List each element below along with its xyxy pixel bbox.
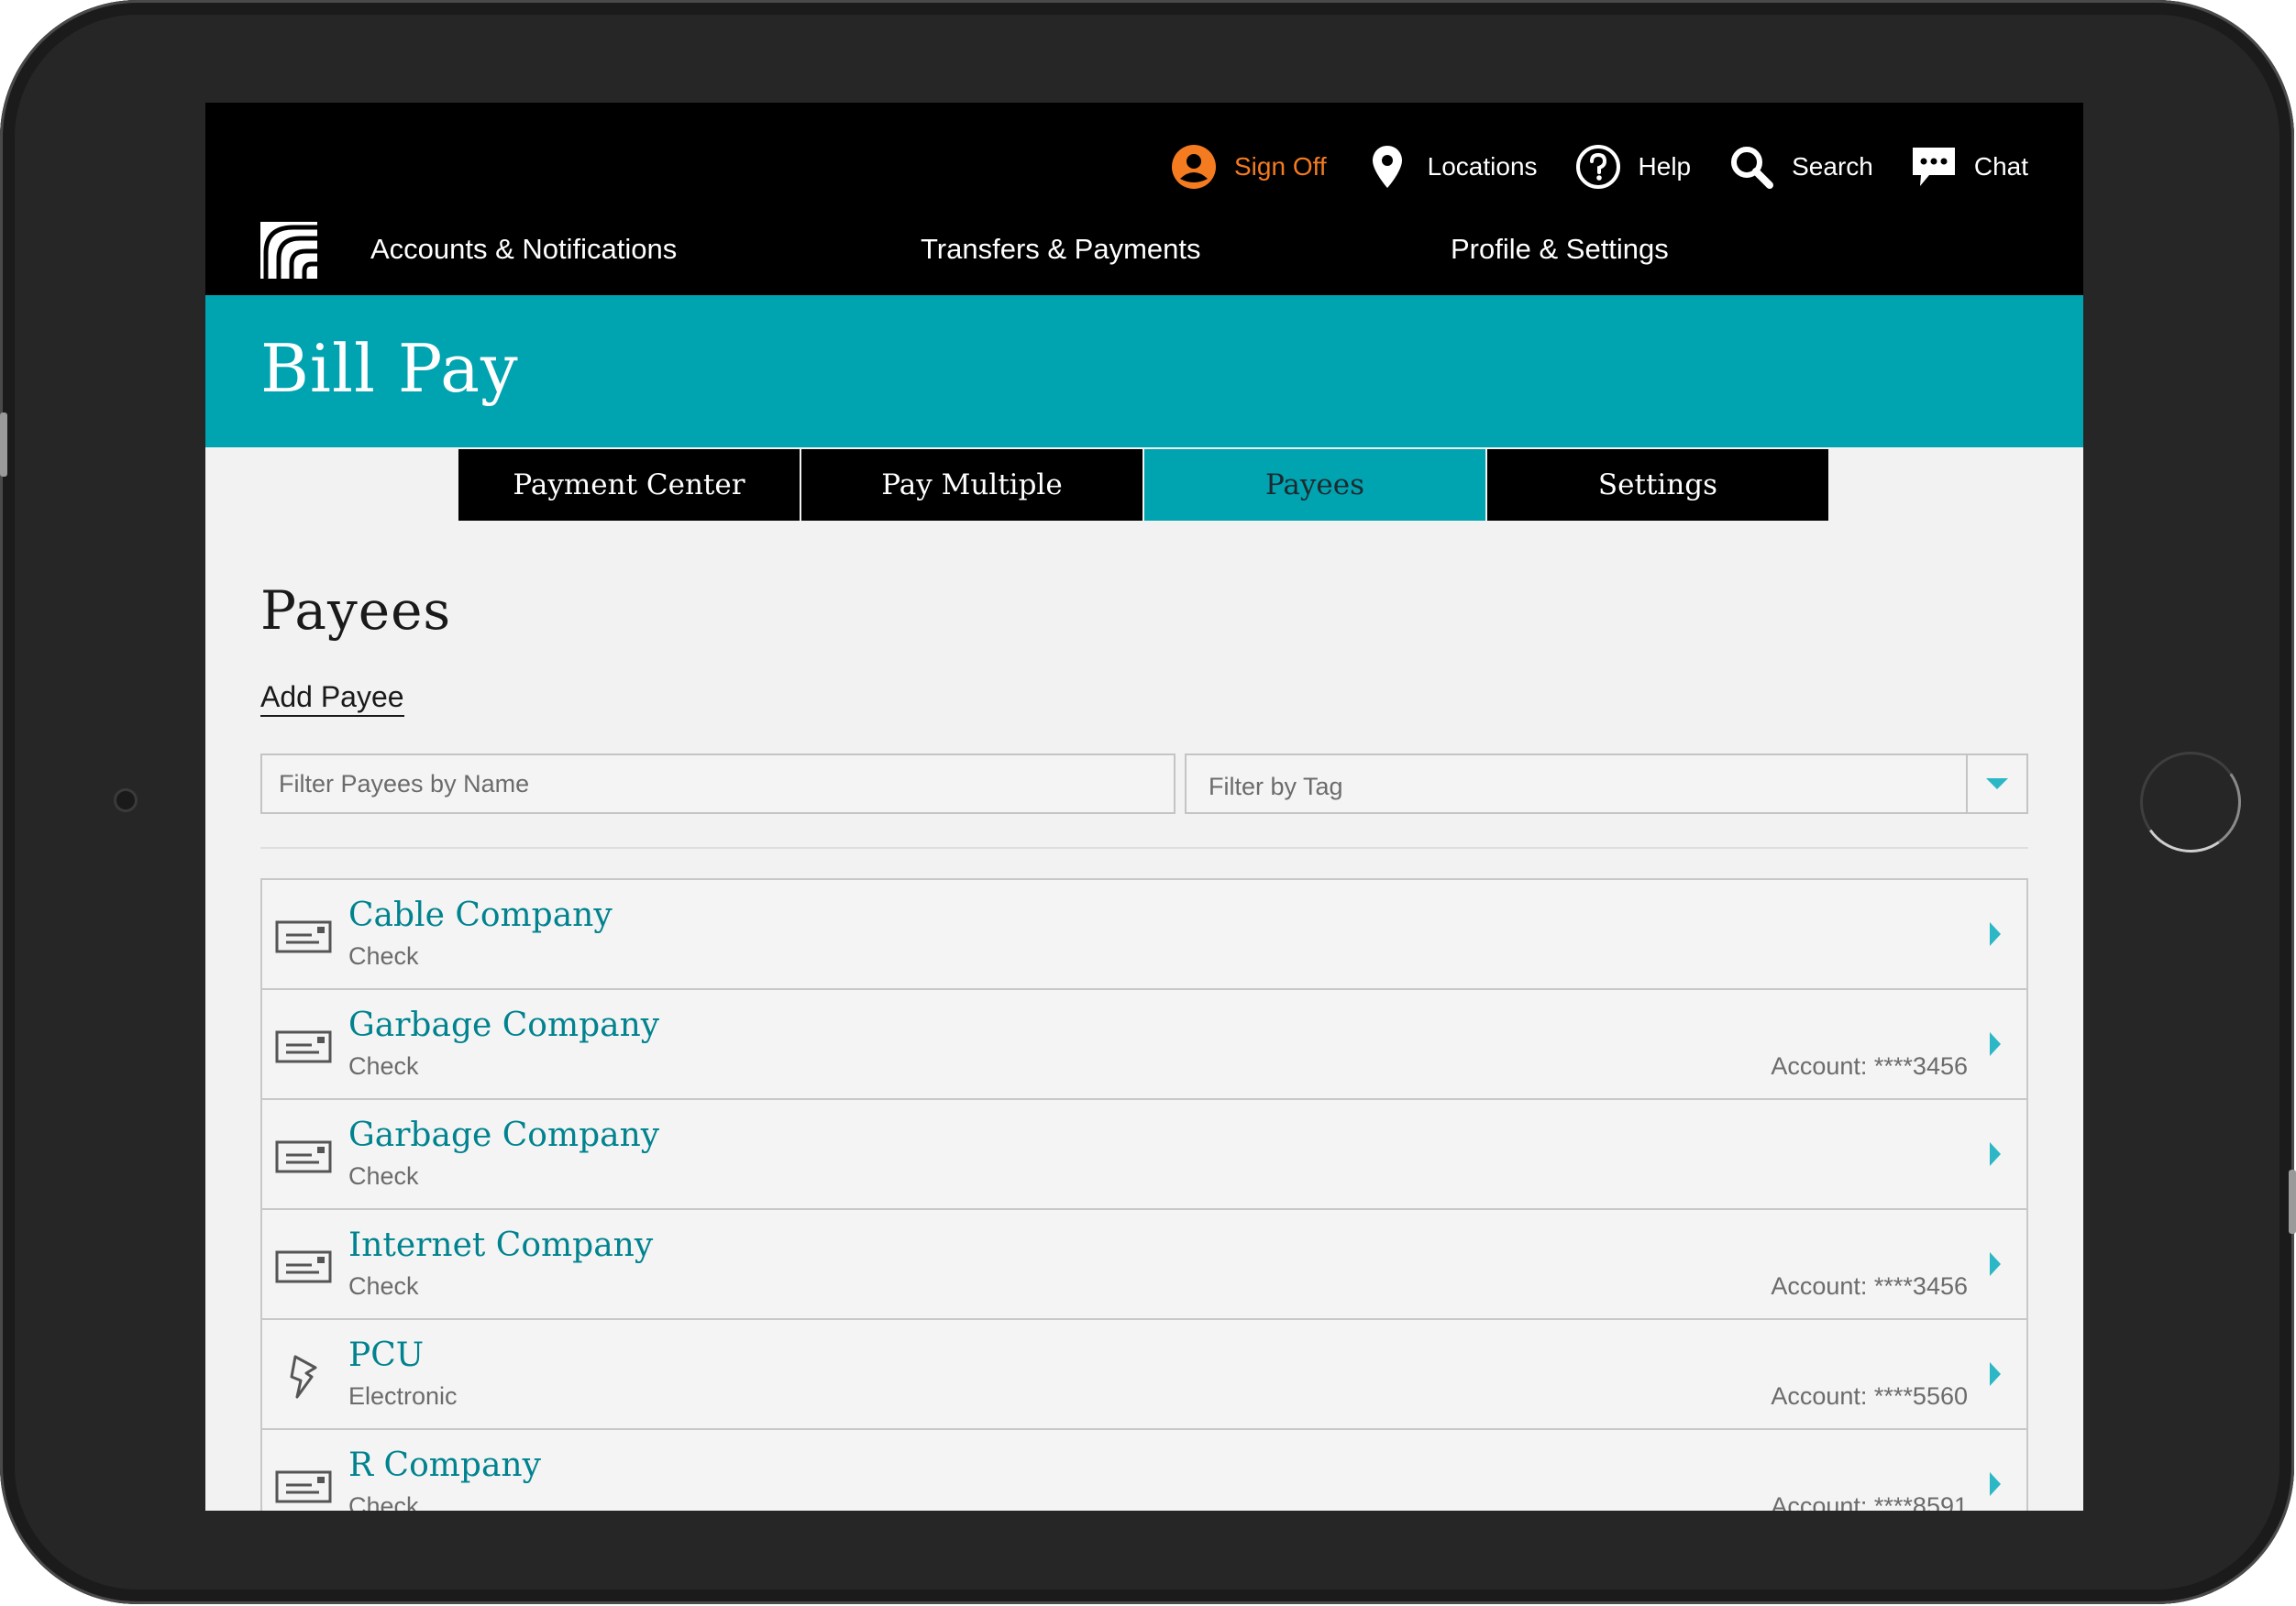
chat-label: Chat: [1973, 152, 2028, 181]
payee-row[interactable]: PCU Electronic Account: ****5560: [262, 1320, 2026, 1430]
chevron-right-icon: [1990, 922, 2001, 946]
payee-list: Cable Company Check Garbage Company Chec…: [260, 878, 2028, 1511]
check-envelope-icon: [275, 1470, 332, 1503]
payee-account: Account: ****8591: [1771, 1492, 1968, 1511]
page-title: Payees: [260, 579, 452, 642]
locations-link[interactable]: Locations: [1363, 143, 1538, 191]
payee-row[interactable]: R Company Check Account: ****8591: [262, 1430, 2026, 1511]
search-label: Search: [1792, 152, 1873, 181]
divider: [260, 847, 2028, 849]
chevron-right-icon: [1990, 1252, 2001, 1276]
locations-label: Locations: [1427, 152, 1538, 181]
page-header: Bill Pay: [205, 295, 2083, 447]
add-payee-link[interactable]: Add Payee: [260, 678, 404, 717]
map-pin-icon: [1363, 143, 1411, 191]
payee-name: Cable Company: [348, 896, 613, 934]
top-bar: Sign Off Locations Help Search Chat Acco…: [205, 103, 2083, 295]
payee-row[interactable]: Cable Company Check: [262, 880, 2026, 990]
payee-name: Garbage Company: [348, 1006, 660, 1044]
chevron-down-icon: [1986, 778, 2008, 789]
power-button: [0, 412, 7, 477]
nav-transfers-payments[interactable]: Transfers & Payments: [921, 233, 1201, 266]
chevron-right-icon: [1990, 1142, 2001, 1166]
sign-off-label: Sign Off: [1234, 152, 1327, 181]
tab-settings[interactable]: Settings: [1487, 449, 1828, 521]
chevron-right-icon: [1990, 1472, 2001, 1496]
home-button[interactable]: [2140, 752, 2241, 852]
payee-row[interactable]: Garbage Company Check: [262, 1100, 2026, 1210]
payee-row[interactable]: Internet Company Check Account: ****3456: [262, 1210, 2026, 1320]
chat-bubble-icon: [1910, 143, 1958, 191]
payee-type: Check: [348, 942, 419, 970]
payee-account: Account: ****5560: [1771, 1382, 1968, 1410]
check-envelope-icon: [275, 920, 332, 953]
front-camera: [114, 788, 138, 812]
tab-pay-multiple[interactable]: Pay Multiple: [801, 449, 1142, 521]
check-envelope-icon: [275, 1030, 332, 1063]
filter-by-tag-label: Filter by Tag: [1209, 773, 1343, 800]
lightning-bolt-icon: [290, 1355, 317, 1399]
filter-by-name-input[interactable]: [260, 754, 1176, 814]
payee-account: Account: ****3456: [1771, 1272, 1968, 1300]
payee-type: Check: [348, 1162, 419, 1190]
payee-type: Check: [348, 1272, 419, 1300]
help-icon: [1574, 143, 1622, 191]
sign-off-link[interactable]: Sign Off: [1170, 143, 1327, 191]
tab-payment-center[interactable]: Payment Center: [458, 449, 800, 521]
filter-by-tag-select[interactable]: Filter by Tag: [1185, 754, 2028, 814]
user-icon: [1170, 143, 1218, 191]
chevron-right-icon: [1990, 1032, 2001, 1056]
payee-name: PCU: [348, 1336, 425, 1374]
utility-nav: Sign Off Locations Help Search Chat: [1133, 139, 2028, 194]
nav-profile-settings[interactable]: Profile & Settings: [1451, 233, 1669, 266]
nav-accounts-notifications[interactable]: Accounts & Notifications: [370, 233, 677, 266]
bank-logo[interactable]: [260, 222, 317, 279]
payee-name: R Company: [348, 1446, 541, 1484]
help-link[interactable]: Help: [1574, 143, 1692, 191]
check-envelope-icon: [275, 1140, 332, 1173]
payee-type: Electronic: [348, 1382, 458, 1410]
tab-payees[interactable]: Payees: [1144, 449, 1485, 521]
help-label: Help: [1638, 152, 1692, 181]
search-link[interactable]: Search: [1728, 143, 1873, 191]
payee-name: Internet Company: [348, 1226, 654, 1264]
payee-account: Account: ****3456: [1771, 1052, 1968, 1080]
payee-row[interactable]: Garbage Company Check Account: ****3456: [262, 990, 2026, 1100]
payee-type: Check: [348, 1052, 419, 1080]
payee-type: Check: [348, 1492, 419, 1511]
bill-pay-tabs: Payment Center Pay Multiple Payees Setti…: [458, 449, 1828, 521]
search-icon: [1728, 143, 1775, 191]
volume-button: [2289, 1170, 2296, 1234]
screen: Sign Off Locations Help Search Chat Acco…: [205, 103, 2083, 1511]
chat-link[interactable]: Chat: [1910, 143, 2028, 191]
dropdown-toggle[interactable]: [1966, 755, 2026, 812]
payee-name: Garbage Company: [348, 1116, 660, 1154]
section-title: Bill Pay: [260, 330, 519, 407]
check-envelope-icon: [275, 1250, 332, 1283]
chevron-right-icon: [1990, 1362, 2001, 1386]
